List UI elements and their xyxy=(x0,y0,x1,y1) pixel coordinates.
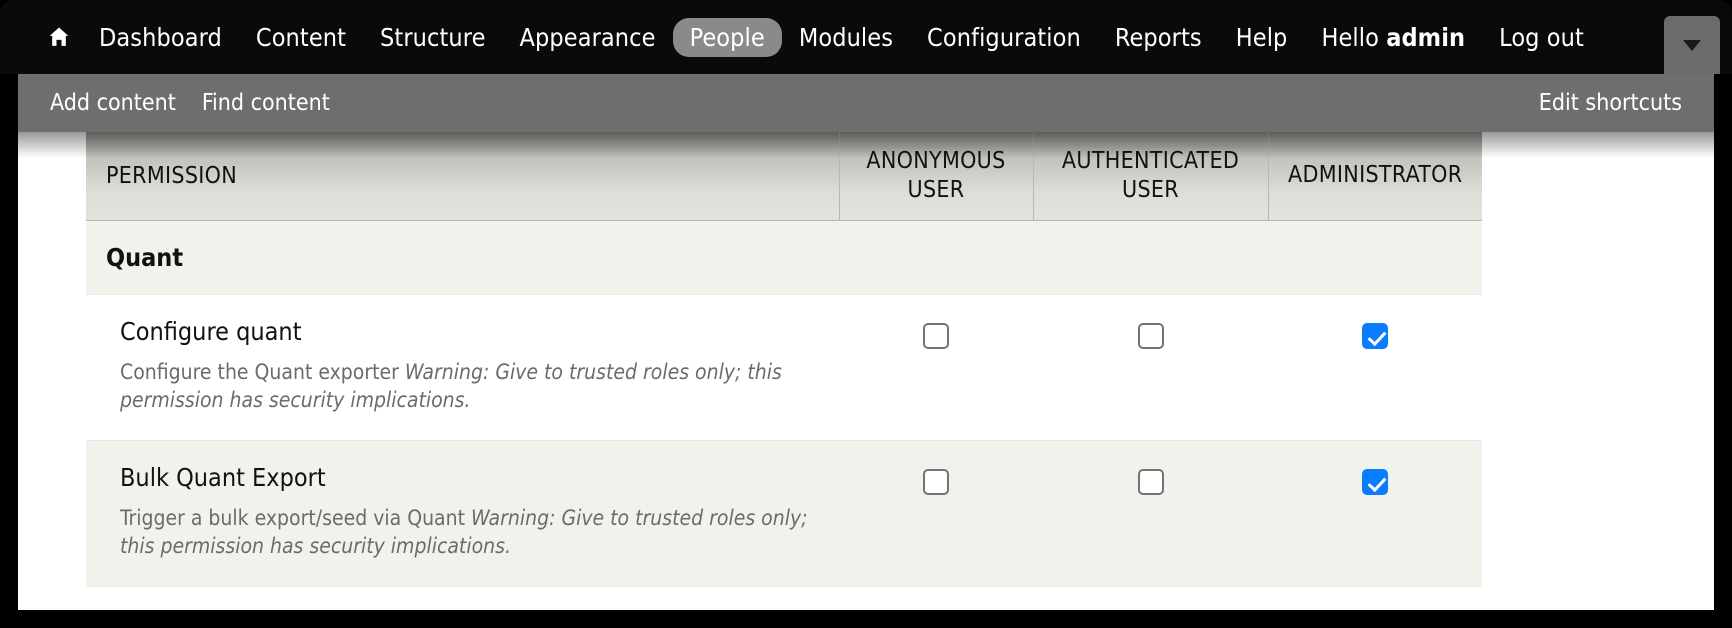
table-row: Bulk Quant Export Trigger a bulk export/… xyxy=(86,440,1482,588)
toolbar-collapse-button[interactable] xyxy=(1664,16,1720,74)
toolbar-item-content[interactable]: Content xyxy=(239,18,363,57)
module-section-label: Quant xyxy=(86,220,1482,295)
user-greeting[interactable]: Hello admin xyxy=(1304,18,1482,57)
permissions-table-head: PERMISSION ANONYMOUS USER AUTHENTICATED … xyxy=(86,132,1482,221)
shortcut-find-content[interactable]: Find content xyxy=(202,91,330,115)
home-icon[interactable] xyxy=(36,17,82,57)
toolbar-item-modules[interactable]: Modules xyxy=(782,18,910,57)
checkbox-cell-administrator xyxy=(1268,440,1482,588)
toolbar-item-reports[interactable]: Reports xyxy=(1098,18,1219,57)
permission-description-text: Configure the Quant exporter xyxy=(120,359,405,384)
table-header-row: PERMISSION ANONYMOUS USER AUTHENTICATED … xyxy=(86,132,1482,221)
admin-toolbar: Dashboard Content Structure Appearance P… xyxy=(0,0,1732,74)
toolbar-item-help[interactable]: Help xyxy=(1219,18,1305,57)
checkbox-cell-administrator xyxy=(1268,294,1482,441)
checkbox-administrator-bulk-quant-export[interactable] xyxy=(1362,468,1388,495)
permission-cell: Bulk Quant Export Trigger a bulk export/… xyxy=(86,440,839,588)
checkbox-cell-anonymous xyxy=(839,440,1033,588)
column-header-anonymous-user: ANONYMOUS USER xyxy=(839,132,1034,221)
page-content: PERMISSION ANONYMOUS USER AUTHENTICATED … xyxy=(18,132,1714,610)
checkbox-authenticated-configure-quant[interactable] xyxy=(1137,322,1164,349)
checkbox-anonymous-bulk-quant-export[interactable] xyxy=(923,468,949,495)
toolbar-item-configuration[interactable]: Configuration xyxy=(910,18,1098,57)
column-header-authenticated-user: AUTHENTICATED USER xyxy=(1033,132,1269,221)
edit-shortcuts-link[interactable]: Edit shortcuts xyxy=(1539,90,1682,116)
column-header-permission: PERMISSION xyxy=(86,132,840,221)
browser-window: Dashboard Content Structure Appearance P… xyxy=(0,0,1732,628)
permissions-table: PERMISSION ANONYMOUS USER AUTHENTICATED … xyxy=(86,132,1482,588)
checkbox-cell-authenticated xyxy=(1033,294,1268,441)
toolbar-item-people[interactable]: People xyxy=(672,17,782,57)
permission-description: Trigger a bulk export/seed via Quant War… xyxy=(120,504,813,560)
toolbar-item-appearance[interactable]: Appearance xyxy=(503,18,673,57)
column-header-administrator: ADMINISTRATOR xyxy=(1268,132,1482,221)
greeting-username: admin xyxy=(1386,22,1466,52)
shortcut-bar: Add content Find content Edit shortcuts xyxy=(18,74,1714,132)
permissions-table-body: Quant Configure quant Configure the Quan… xyxy=(86,220,1482,588)
greeting-prefix: Hello xyxy=(1321,22,1387,52)
permission-description-text: Trigger a bulk export/seed via Quant xyxy=(120,505,472,530)
table-row: Configure quant Configure the Quant expo… xyxy=(86,294,1482,441)
module-section-row: Quant xyxy=(86,220,1482,295)
checkbox-administrator-configure-quant[interactable] xyxy=(1362,322,1388,349)
permission-title: Configure quant xyxy=(120,316,302,346)
toolbar-item-dashboard[interactable]: Dashboard xyxy=(82,18,239,57)
checkbox-anonymous-configure-quant[interactable] xyxy=(923,322,949,349)
logout-link[interactable]: Log out xyxy=(1482,18,1601,57)
checkbox-authenticated-bulk-quant-export[interactable] xyxy=(1137,468,1164,495)
toolbar-item-structure[interactable]: Structure xyxy=(363,18,502,57)
permission-title: Bulk Quant Export xyxy=(120,462,326,492)
shortcut-add-content[interactable]: Add content xyxy=(50,91,176,115)
window-bottom-edge xyxy=(0,610,1732,628)
permission-cell: Configure quant Configure the Quant expo… xyxy=(86,294,839,441)
checkbox-cell-anonymous xyxy=(839,294,1033,441)
chevron-down-icon xyxy=(1683,39,1701,51)
permission-description: Configure the Quant exporter Warning: Gi… xyxy=(120,358,813,414)
checkbox-cell-authenticated xyxy=(1033,440,1268,588)
